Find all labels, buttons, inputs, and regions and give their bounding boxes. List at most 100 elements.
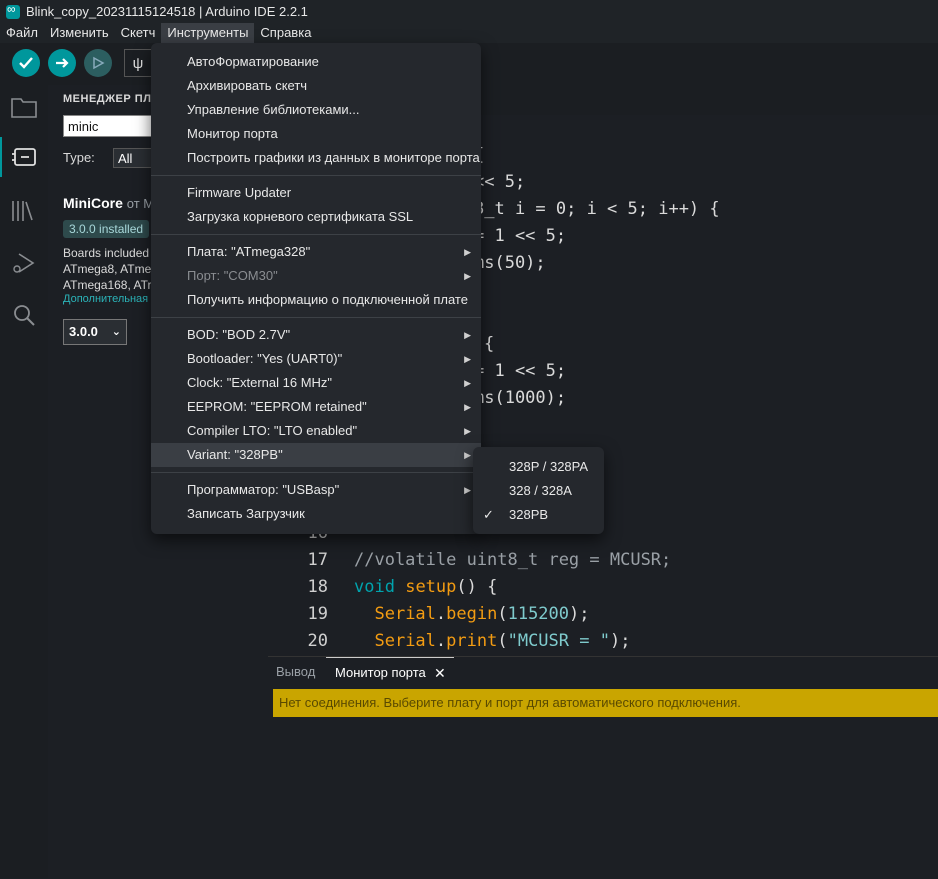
menu-item-manage-libraries[interactable]: Управление библиотеками... xyxy=(151,98,481,122)
menu-file[interactable]: Файл xyxy=(0,23,44,43)
debug-icon xyxy=(93,56,105,70)
menu-item-archive-sketch[interactable]: Архивировать скетч xyxy=(151,74,481,98)
board-selector-button[interactable]: ψ xyxy=(124,49,152,77)
menu-item-bod[interactable]: BOD: "BOD 2.7V" ▶ xyxy=(151,323,481,347)
check-icon xyxy=(19,57,33,69)
window-title: Blink_copy_20231115124518 | Arduino IDE … xyxy=(26,4,308,19)
line-number: 19 xyxy=(307,604,328,624)
method-name: begin xyxy=(446,604,498,624)
submenu-arrow-icon: ▶ xyxy=(464,271,471,281)
menu-item-board-info[interactable]: Получить информацию о подключенной плате xyxy=(151,288,481,312)
menu-separator xyxy=(151,175,481,176)
method-name: print xyxy=(446,631,498,651)
variant-submenu: 328P / 328PA 328 / 328A ✓ 328PB xyxy=(473,447,604,534)
code-fragment: { xyxy=(484,334,495,354)
variant-option-328[interactable]: 328 / 328A xyxy=(473,479,604,503)
version-select[interactable]: 3.0.0 ⌄ xyxy=(63,319,127,345)
menu-item-firmware-updater[interactable]: Firmware Updater xyxy=(151,181,481,205)
menu-separator xyxy=(151,234,481,235)
menu-item-eeprom[interactable]: EEPROM: "EEPROM retained" ▶ xyxy=(151,395,481,419)
menu-separator xyxy=(151,472,481,473)
menu-item-board[interactable]: Плата: "ATmega328" ▶ xyxy=(151,240,481,264)
tab-output[interactable]: Вывод xyxy=(276,657,315,687)
menu-bar: Файл Изменить Скетч Инструменты Справка xyxy=(0,23,938,43)
menu-item-upload-ssl-cert[interactable]: Загрузка корневого сертификата SSL xyxy=(151,205,481,229)
tab-serial-monitor[interactable]: Монитор порта ✕ xyxy=(326,657,454,687)
core-title: MiniCore от M xyxy=(63,195,154,211)
code-text: () { xyxy=(456,577,498,597)
more-info-link[interactable]: Дополнительная xyxy=(63,293,148,305)
menu-item-bootloader[interactable]: Bootloader: "Yes (UART0)" ▶ xyxy=(151,347,481,371)
code-fragment: = 1 << 5; xyxy=(474,226,567,246)
object-name: Serial xyxy=(374,604,436,624)
submenu-arrow-icon: ▶ xyxy=(464,426,471,436)
code-line-19: Serial.begin(115200); xyxy=(374,604,590,624)
menu-item-clock[interactable]: Clock: "External 16 MHz" ▶ xyxy=(151,371,481,395)
number-literal: 115200 xyxy=(507,604,570,624)
menu-item-serial-plotter[interactable]: Построить графики из данных в мониторе п… xyxy=(151,146,481,170)
panel-title: МЕНЕДЖЕР ПЛА xyxy=(63,93,160,105)
search-button[interactable] xyxy=(0,295,48,335)
menu-edit[interactable]: Изменить xyxy=(44,23,115,43)
core-description: Boards included ATmega8, ATme ATmega168,… xyxy=(63,245,163,293)
verify-button[interactable] xyxy=(12,49,40,77)
search-icon xyxy=(14,305,35,326)
menu-item-programmer[interactable]: Программатор: "USBasp" ▶ xyxy=(151,478,481,502)
folder-icon xyxy=(11,98,37,118)
code-fragment: 8_t i = 0; i < 5; i++) { xyxy=(474,199,720,219)
library-icon xyxy=(12,201,33,221)
debug-play-icon xyxy=(13,253,35,273)
menu-tools[interactable]: Инструменты xyxy=(161,23,255,43)
submenu-arrow-icon: ▶ xyxy=(464,485,471,495)
submenu-arrow-icon: ▶ xyxy=(464,402,471,412)
code-fragment: << 5; xyxy=(474,172,526,192)
submenu-arrow-icon: ▶ xyxy=(464,378,471,388)
arduino-logo-icon xyxy=(6,2,20,19)
submenu-arrow-icon: ▶ xyxy=(464,330,471,340)
menu-item-burn-bootloader[interactable]: Записать Загрузчик xyxy=(151,502,481,526)
bottom-panel: Вывод Монитор порта ✕ Нет соединения. Вы… xyxy=(268,656,938,879)
line-number: 20 xyxy=(307,631,328,651)
submenu-arrow-icon: ▶ xyxy=(464,354,471,364)
sketchbook-button[interactable] xyxy=(0,87,48,127)
menu-item-variant[interactable]: Variant: "328PB" ▶ xyxy=(151,443,481,467)
menu-separator xyxy=(151,317,481,318)
core-name: MiniCore xyxy=(63,195,123,211)
debug-view-button[interactable] xyxy=(0,243,48,283)
code-fragment: ms(1000); xyxy=(474,388,567,408)
menu-item-autoformat[interactable]: АвтоФорматирование xyxy=(151,50,481,74)
variant-option-328p[interactable]: 328P / 328PA xyxy=(473,455,604,479)
checkmark-icon: ✓ xyxy=(483,507,494,522)
debug-button[interactable] xyxy=(84,49,112,77)
tools-menu: АвтоФорматирование Архивировать скетч Уп… xyxy=(151,43,481,534)
code-fragment: ms(50); xyxy=(474,253,546,273)
close-icon[interactable]: ✕ xyxy=(434,658,446,688)
string-literal: "MCUSR = " xyxy=(507,631,610,651)
menu-sketch[interactable]: Скетч xyxy=(115,23,162,43)
library-manager-button[interactable] xyxy=(0,191,48,231)
code-line-18: void setup() { xyxy=(354,577,497,597)
menu-item-serial-monitor[interactable]: Монитор порта xyxy=(151,122,481,146)
keyword: void xyxy=(354,577,395,597)
line-number: 17 xyxy=(307,550,328,570)
boards-manager-button[interactable] xyxy=(0,137,48,177)
upload-button[interactable] xyxy=(48,49,76,77)
function-name: setup xyxy=(405,577,457,597)
arrow-right-icon xyxy=(56,58,69,68)
usb-icon: ψ xyxy=(132,54,144,72)
title-bar: Blink_copy_20231115124518 | Arduino IDE … xyxy=(0,0,938,23)
menu-item-compiler-lto[interactable]: Compiler LTO: "LTO enabled" ▶ xyxy=(151,419,481,443)
submenu-arrow-icon: ▶ xyxy=(464,247,471,257)
line-number: 18 xyxy=(307,577,328,597)
connection-warning-banner: Нет соединения. Выберите плату и порт дл… xyxy=(273,689,938,717)
variant-option-328pb[interactable]: ✓ 328PB xyxy=(473,503,604,527)
menu-item-port[interactable]: Порт: "COM30" ▶ xyxy=(151,264,481,288)
submenu-arrow-icon: ▶ xyxy=(464,450,471,460)
chevron-down-icon: ⌄ xyxy=(111,326,121,338)
menu-help[interactable]: Справка xyxy=(254,23,317,43)
version-value: 3.0.0 xyxy=(69,324,98,339)
desc-line: Boards included xyxy=(63,246,150,260)
code-fragment: = 1 << 5; xyxy=(474,361,567,381)
code-line-17: //volatile uint8_t reg = MCUSR; xyxy=(354,550,672,570)
object-name: Serial xyxy=(374,631,436,651)
